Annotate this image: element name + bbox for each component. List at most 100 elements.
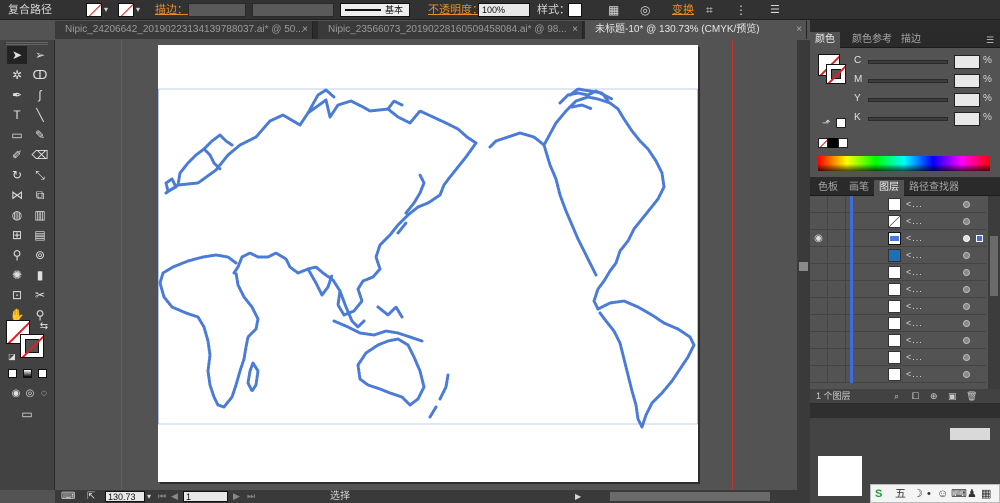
world-map-artwork[interactable] <box>158 45 698 482</box>
lock-toggle[interactable] <box>828 247 846 264</box>
lasso-tool-icon[interactable]: ↀ <box>30 66 50 84</box>
visibility-toggle[interactable] <box>810 349 828 366</box>
selection-tool-icon[interactable]: ➤ <box>7 46 27 64</box>
ime-emoji-icon[interactable]: ☺ <box>937 486 948 502</box>
ime-keyboard-icon[interactable]: ⌨ <box>951 486 967 502</box>
lock-toggle[interactable] <box>828 332 846 349</box>
layer-row[interactable]: <... <box>810 315 986 332</box>
default-fill-stroke-icon[interactable]: ◪ <box>2 348 22 366</box>
artboard[interactable] <box>158 45 698 482</box>
vertical-scrollbar[interactable] <box>797 40 810 490</box>
rotate-tool-icon[interactable]: ↻ <box>7 166 27 184</box>
color-mode-button[interactable] <box>8 369 17 378</box>
toolbar-grip[interactable] <box>6 42 48 45</box>
layer-row[interactable]: <... <box>810 281 986 298</box>
variable-width-dropdown[interactable] <box>252 3 334 17</box>
artboard-tool-icon[interactable]: ⊡ <box>7 286 27 304</box>
white-color-swatch[interactable] <box>838 138 848 148</box>
ime-shirt-icon[interactable]: ♟ <box>967 486 977 502</box>
status-menu-icon[interactable]: ▶ <box>575 490 581 503</box>
visibility-toggle[interactable] <box>810 264 828 281</box>
ime-grid-icon[interactable]: ▦ <box>981 486 991 502</box>
visibility-toggle[interactable] <box>810 213 828 230</box>
pencil-tool-icon[interactable]: ✐ <box>7 146 27 164</box>
target-icon[interactable] <box>963 218 970 225</box>
stroke-indicator[interactable] <box>20 334 44 358</box>
lock-toggle[interactable] <box>828 366 846 383</box>
transform-link[interactable]: 变换 <box>672 2 694 18</box>
visibility-toggle[interactable] <box>810 315 828 332</box>
tab-color[interactable]: 颜色 <box>810 32 840 48</box>
eraser-tool-icon[interactable]: ⌫ <box>30 146 50 164</box>
status-icon-1[interactable]: ⌨ <box>61 490 75 503</box>
tab-document-1[interactable]: Nipic_24206642_20190223134139788037.ai* … <box>55 21 313 39</box>
locate-object-icon[interactable]: ⌕ <box>894 389 899 403</box>
arrange-icon[interactable]: ⋮ <box>735 2 747 18</box>
ime-punct-icon[interactable]: • <box>927 486 931 502</box>
status-icon-2[interactable]: ⇱ <box>87 490 95 503</box>
none-mode-button[interactable] <box>38 369 47 378</box>
symbol-sprayer-tool-icon[interactable]: ✺ <box>7 266 27 284</box>
visibility-toggle[interactable] <box>810 281 828 298</box>
yellow-slider[interactable] <box>868 98 948 102</box>
lower-panel-header[interactable] <box>810 404 1000 418</box>
stroke-dropdown-icon[interactable]: ▾ <box>136 2 140 18</box>
curvature-tool-icon[interactable]: ∫ <box>30 86 50 104</box>
last-artboard-icon[interactable]: ⏭ <box>247 490 255 503</box>
scale-tool-icon[interactable]: ⤡ <box>30 166 50 184</box>
mesh-tool-icon[interactable]: ⊞ <box>7 226 27 244</box>
lock-toggle[interactable] <box>828 281 846 298</box>
close-icon[interactable]: × <box>572 21 578 39</box>
tab-swatches[interactable]: 色板 <box>813 180 843 196</box>
close-icon[interactable]: × <box>302 21 308 39</box>
lock-toggle[interactable] <box>828 298 846 315</box>
new-sublayer-icon[interactable]: ⊕ <box>930 389 938 403</box>
visibility-toggle[interactable] <box>810 247 828 264</box>
make-clipping-mask-icon[interactable]: ⧠ <box>912 389 919 403</box>
cyan-value[interactable] <box>954 55 980 69</box>
black-color-swatch[interactable] <box>828 138 838 148</box>
gamut-swatch[interactable] <box>836 118 846 128</box>
brush-definition-dropdown[interactable]: 基本 <box>340 3 410 17</box>
blend-tool-icon[interactable]: ⊚ <box>30 246 50 264</box>
black-value[interactable] <box>954 112 980 126</box>
stroke-label[interactable]: 描边： <box>155 2 188 18</box>
visibility-toggle[interactable] <box>810 298 828 315</box>
direct-selection-tool-icon[interactable]: ➢ <box>30 46 50 64</box>
document-setup-icon[interactable]: ▦ <box>608 2 619 18</box>
perspective-grid-tool-icon[interactable]: ▥ <box>30 206 50 224</box>
prev-artboard-icon[interactable]: ◀ <box>171 490 178 503</box>
delete-layer-icon[interactable]: 🗑 <box>966 389 977 403</box>
zoom-level-field[interactable]: 130.73 <box>105 491 145 502</box>
opacity-label[interactable]: 不透明度： <box>428 2 483 18</box>
layer-row[interactable]: <... <box>810 213 986 230</box>
target-icon[interactable] <box>963 201 970 208</box>
tab-layers[interactable]: 图层 <box>874 180 904 196</box>
target-icon[interactable] <box>963 235 970 242</box>
target-icon[interactable] <box>963 320 970 327</box>
first-artboard-icon[interactable]: ⏮ <box>158 490 166 503</box>
target-icon[interactable] <box>963 286 970 293</box>
vertical-scrollbar-thumb[interactable] <box>799 262 808 271</box>
canvas-area[interactable] <box>55 40 797 490</box>
panel-menu-icon[interactable]: ☰ <box>986 32 994 48</box>
layers-scrollbar-thumb[interactable] <box>990 236 998 296</box>
lock-toggle[interactable] <box>828 213 846 230</box>
eyedropper-tool-icon[interactable]: ⚲ <box>7 246 27 264</box>
layer-row[interactable]: <... <box>810 349 986 366</box>
draw-inside-icon[interactable]: ◌ <box>34 385 54 403</box>
target-icon[interactable] <box>963 337 970 344</box>
screen-mode-icon[interactable]: ▭ <box>17 405 37 423</box>
lower-panel-field[interactable] <box>950 428 990 440</box>
tab-document-active[interactable]: 未标题-10* @ 130.73% (CMYK/预览) × <box>585 21 807 39</box>
recolor-artwork-icon[interactable]: ◎ <box>640 2 650 18</box>
panel-menu-icon[interactable]: ☰ <box>770 2 780 18</box>
lock-toggle[interactable] <box>828 230 846 247</box>
ime-logo-icon[interactable]: S <box>875 486 882 502</box>
lock-toggle[interactable] <box>828 196 846 213</box>
yellow-value[interactable] <box>954 93 980 107</box>
tab-pathfinder[interactable]: 路径查找器 <box>904 180 964 196</box>
free-transform-tool-icon[interactable]: ⧉ <box>30 186 50 204</box>
tab-stroke[interactable]: 描边 <box>896 32 926 48</box>
target-icon[interactable] <box>963 269 970 276</box>
